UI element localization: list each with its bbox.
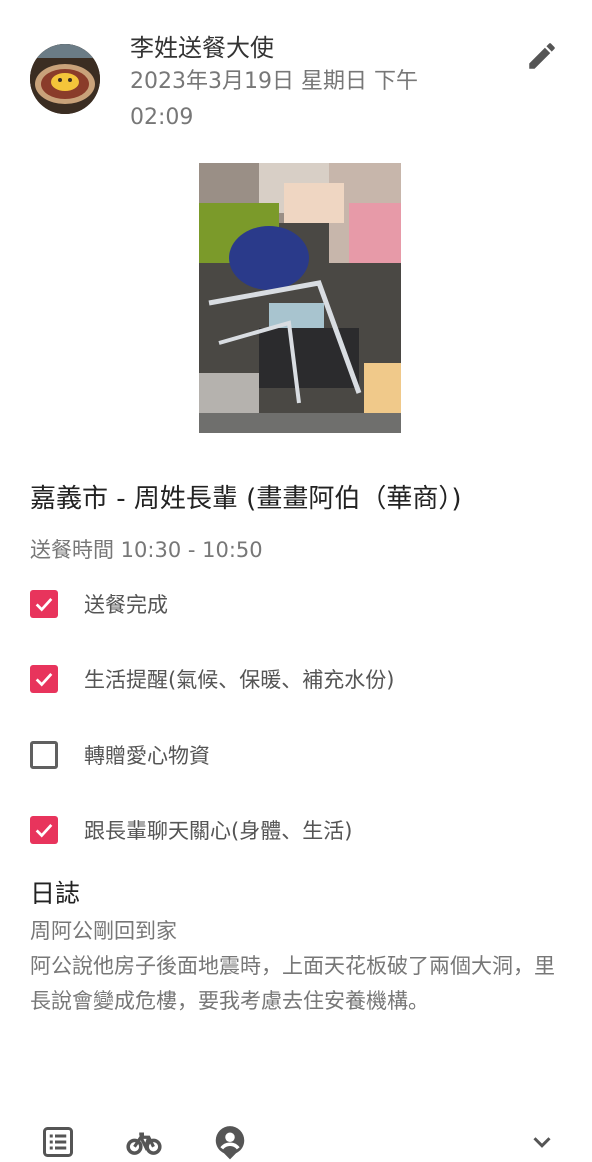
checkbox-checked[interactable] — [30, 816, 58, 844]
post-photo[interactable] — [199, 163, 401, 433]
list-icon — [43, 1127, 73, 1157]
elder-title: 嘉義市 - 周姓長輩 (畫畫阿伯（華商）) — [30, 484, 462, 514]
bike-button[interactable] — [124, 1122, 164, 1162]
avatar-image — [30, 44, 100, 114]
post-date-line1: 2023年3月19日 星期日 下午 — [130, 69, 418, 94]
bike-icon — [126, 1132, 162, 1155]
checklist-item[interactable]: 轉贈愛心物資 — [30, 740, 210, 770]
list-button[interactable] — [38, 1122, 78, 1162]
checkmark-icon — [35, 673, 53, 687]
person-button[interactable] — [210, 1122, 250, 1162]
checklist-item[interactable]: 送餐完成 — [30, 589, 168, 619]
checkbox-checked[interactable] — [30, 665, 58, 693]
checkbox-unchecked[interactable] — [30, 741, 58, 769]
checklist-item-label: 生活提醒(氣候、保暖、補充水份) — [84, 668, 395, 692]
expand-button[interactable] — [522, 1122, 562, 1162]
checklist-item-label: 轉贈愛心物資 — [84, 744, 210, 768]
delivery-time: 送餐時間 10:30 - 10:50 — [30, 538, 263, 562]
bottom-action-bar — [0, 1118, 592, 1162]
post-date-line2: 02:09 — [130, 105, 194, 130]
author-name: 李姓送餐大使 — [130, 34, 274, 62]
checkmark-icon — [35, 824, 53, 838]
checklist-item[interactable]: 跟長輩聊天關心(身體、生活) — [30, 815, 352, 845]
checklist-item-label: 跟長輩聊天關心(身體、生活) — [84, 819, 353, 843]
pencil-icon — [529, 43, 555, 69]
checkbox-checked[interactable] — [30, 590, 58, 618]
person-pin-icon — [215, 1126, 245, 1160]
edit-button[interactable] — [520, 34, 564, 78]
checklist-item[interactable]: 生活提醒(氣候、保暖、補充水份) — [30, 664, 394, 694]
post-photo-image — [199, 163, 401, 433]
chevron-down-icon — [533, 1137, 551, 1148]
avatar[interactable] — [30, 44, 100, 114]
log-line: 周阿公剛回到家 — [30, 919, 177, 943]
log-line: 阿公說他房子後面地震時，上面天花板破了兩個大洞，里長說會變成危樓，要我考慮去住安… — [30, 954, 555, 1013]
checkmark-icon — [35, 598, 53, 612]
log-body: 周阿公剛回到家 阿公說他房子後面地震時，上面天花板破了兩個大洞，里長說會變成危樓… — [30, 914, 570, 1019]
checklist-item-label: 送餐完成 — [84, 593, 168, 617]
post-date: 2023年3月19日 星期日 下午 02:09 — [130, 64, 490, 136]
log-heading: 日誌 — [30, 879, 81, 908]
